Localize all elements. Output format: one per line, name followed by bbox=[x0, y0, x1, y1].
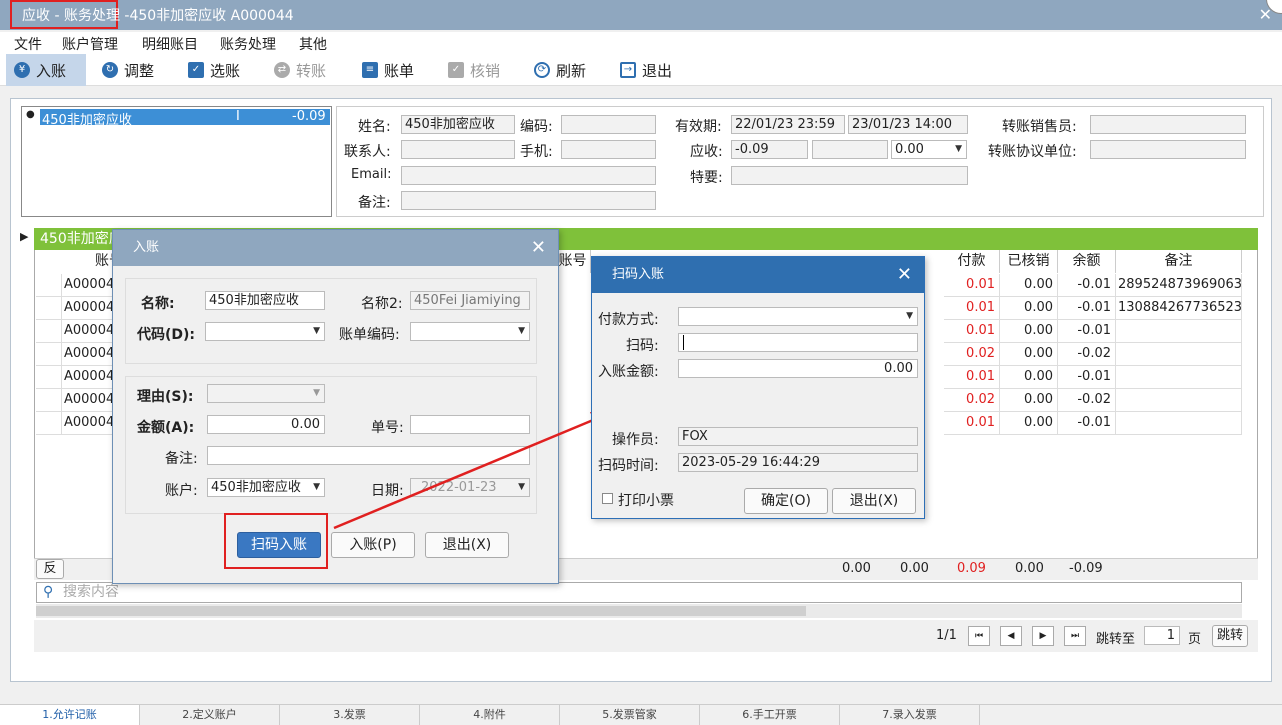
dlg2-pay-label: 付款方式: bbox=[598, 312, 659, 328]
chevron-down-icon: ▼ bbox=[906, 311, 913, 321]
close-icon[interactable]: ✕ bbox=[897, 257, 912, 293]
print-checkbox[interactable] bbox=[602, 493, 613, 504]
dlg2-amount-field[interactable]: 0.00 bbox=[678, 359, 918, 378]
dlg2-pay-select[interactable]: ▼ bbox=[678, 307, 918, 326]
dlg2-scan-input[interactable] bbox=[678, 333, 918, 352]
dlg2-amount-label: 入账金额: bbox=[598, 364, 659, 380]
dlg2-op-label: 操作员: bbox=[612, 432, 659, 448]
dlg2-time-label: 扫码时间: bbox=[598, 458, 659, 474]
scan-dialog-header: 扫码入账 ✕ bbox=[592, 257, 924, 293]
dlg2-ok-button[interactable]: 确定(O) bbox=[744, 488, 828, 514]
dlg2-exit-button[interactable]: 退出(X) bbox=[832, 488, 916, 514]
scan-dialog: 扫码入账 ✕ 付款方式: ▼ 扫码: 入账金额: 0.00 操作员: FOX 扫码… bbox=[591, 256, 925, 519]
dlg2-print-label: 打印小票 bbox=[618, 493, 674, 509]
dlg2-op-field: FOX bbox=[678, 427, 918, 446]
dlg2-time-field: 2023-05-29 16:44:29 bbox=[678, 453, 918, 472]
dlg2-scan-label: 扫码: bbox=[626, 338, 659, 354]
